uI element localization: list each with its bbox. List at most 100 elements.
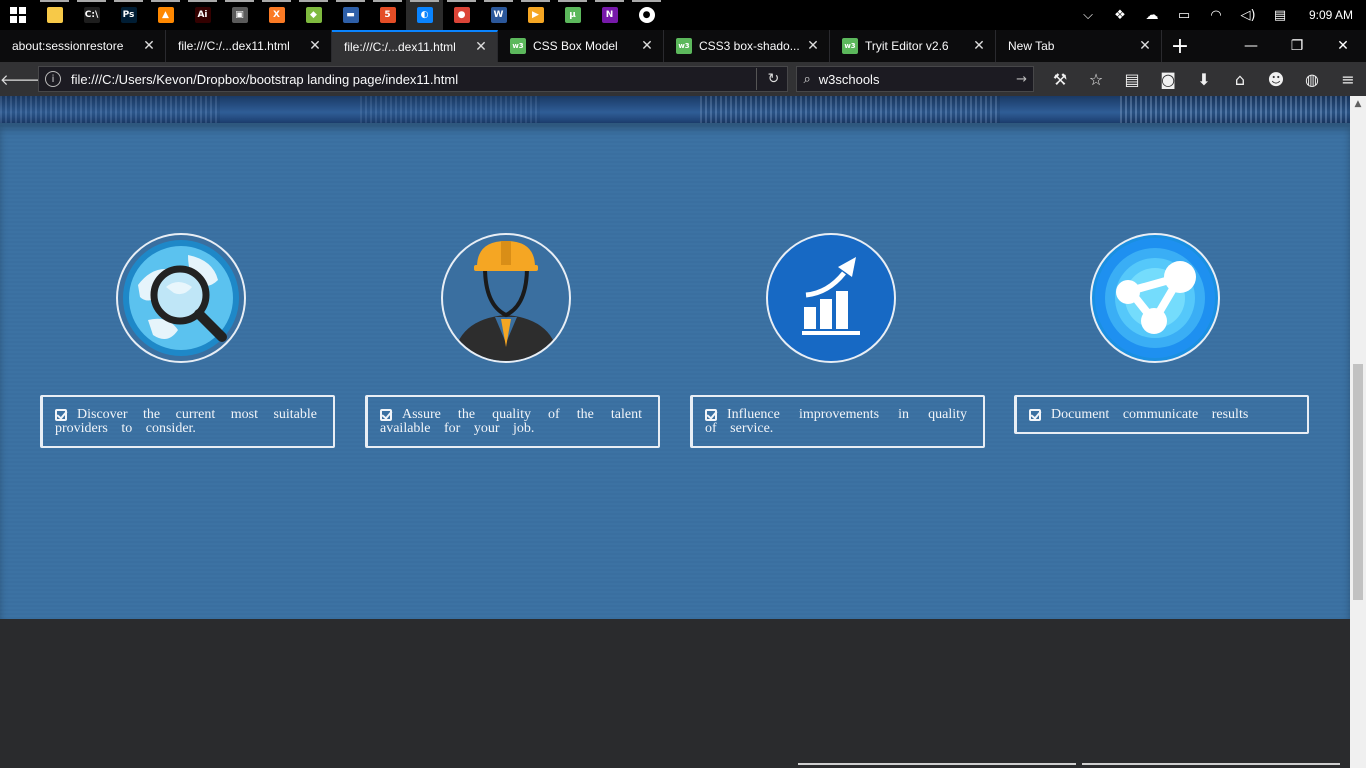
hero-image-strip [0,96,1350,123]
new-tab-button[interactable]: + [1162,30,1198,62]
taskbar-app-button[interactable]: Ps [110,0,147,30]
close-tab-icon[interactable]: ✕ [141,38,157,54]
site-info-icon[interactable]: i [45,71,61,87]
taskbar-app-button[interactable]: ● [628,0,665,30]
taskbar-app-button[interactable]: X [258,0,295,30]
home-icon[interactable]: ⌂ [1222,64,1258,94]
url-bar[interactable]: i file:///C:/Users/Kevon/Dropbox/bootstr… [38,66,789,92]
network-app-icon: ◆ [305,7,322,23]
vlc-icon: ▲ [157,7,174,23]
html-editor-icon: 5 [379,7,396,23]
battery-icon[interactable]: ▭ [1168,0,1200,30]
taskbar-app-button[interactable]: ▣ [221,0,258,30]
system-tray: ⌵ ❖ ☁ ▭ ◠ ◁) ▤ 9:09 AM [1072,0,1366,30]
start-button[interactable] [0,0,36,30]
tab-title: about:sessionrestore [12,39,124,53]
onenote-icon: N [601,7,618,23]
search-input[interactable]: w3schools [819,72,1016,87]
photoshop-icon: Ps [120,7,137,23]
bookmark-star-icon[interactable]: ☆ [1078,64,1114,94]
firefox-icon: ◐ [416,7,433,23]
close-window-button[interactable]: ✕ [1320,30,1366,62]
toolbar-icons: ⚒ ☆ ▤ ◙ ⬇ ⌂ ☻ ◍ ≡ [1042,64,1366,94]
restore-button[interactable]: ❐ [1274,30,1320,62]
taskbar-app-button[interactable]: µ [554,0,591,30]
dropbox-icon[interactable]: ❖ [1104,0,1136,30]
share-icon [1090,233,1220,363]
close-tab-icon[interactable]: ✕ [971,38,987,54]
tab-title: CSS Box Model [533,39,618,53]
tab-title: Tryit Editor v2.6 [865,39,949,53]
close-tab-icon[interactable]: ✕ [307,38,323,54]
taskbar-app-button[interactable]: ▬ [332,0,369,30]
volume-icon[interactable]: ◁) [1232,0,1264,30]
pocket-icon[interactable]: ◙ [1150,64,1186,94]
chevron-up-icon[interactable]: ⌵ [1072,0,1104,30]
minimize-button[interactable]: — [1228,30,1274,62]
taskbar-app-button[interactable]: ◆ [295,0,332,30]
search-bar[interactable]: ⌕ w3schools → [796,66,1034,92]
taskbar-app-button[interactable]: W [480,0,517,30]
browser-tab[interactable]: file:///C:/...dex11.html ✕ [332,30,498,62]
chat-app-icon: ● [638,7,655,23]
checkbox-icon [705,409,717,421]
browser-tab[interactable]: file:///C:/...dex11.html ✕ [166,30,332,62]
notifications-icon[interactable]: ▤ [1264,0,1296,30]
illustrator-icon: Ai [194,7,211,23]
globe-addon-icon[interactable]: ◍ [1294,64,1330,94]
taskbar-app-button[interactable]: ▶ [517,0,554,30]
wrench-icon[interactable]: ⚒ [1042,64,1078,94]
reload-icon[interactable]: ↻ [765,71,781,87]
taskbar-app-button[interactable] [36,0,73,30]
taskbar-app-button[interactable]: N [591,0,628,30]
footer-divider [1082,763,1340,765]
taskbar-apps: C:\ Ps ▲ Ai ▣ X ◆ ▬ 5 ◐ ● W ▶ µ N ● [36,0,665,30]
reader-list-icon[interactable]: ▤ [1114,64,1150,94]
vertical-scrollbar[interactable]: ▲ [1350,96,1366,768]
emoji-icon[interactable]: ☻ [1258,64,1294,94]
url-separator [756,68,758,90]
virtualbox-icon: ▬ [342,7,359,23]
tab-title: CSS3 box-shado... [699,39,800,53]
browser-tab[interactable]: New Tab ✕ [996,30,1162,62]
close-tab-icon[interactable]: ✕ [473,39,489,55]
back-button[interactable]: 🡐 [0,65,40,93]
browser-tab[interactable]: w3 CSS Box Model ✕ [498,30,664,62]
taskbar-app-button[interactable]: ◐ [406,0,443,30]
download-icon[interactable]: ⬇ [1186,64,1222,94]
browser-tab[interactable]: w3 CSS3 box-shado... ✕ [664,30,830,62]
feature-text-box: Assure the quality of the talent availab… [365,395,660,448]
browser-tab[interactable]: about:sessionrestore ✕ [0,30,166,62]
taskbar-app-button[interactable]: Ai [184,0,221,30]
sync-icon[interactable]: ☁ [1136,0,1168,30]
navigation-bar: 🡐 i file:///C:/Users/Kevon/Dropbox/boots… [0,62,1366,96]
globe-magnifier-icon [116,233,246,363]
footer-divider [798,763,1076,765]
command-prompt-icon: C:\ [83,7,100,23]
utorrent-icon: µ [564,7,581,23]
footer-section [0,619,1350,768]
close-tab-icon[interactable]: ✕ [1137,38,1153,54]
taskbar-app-button[interactable]: ● [443,0,480,30]
menu-icon[interactable]: ≡ [1330,64,1366,94]
taskbar-app-button[interactable]: ▲ [147,0,184,30]
media-player-icon: ▶ [527,7,544,23]
wifi-icon[interactable]: ◠ [1200,0,1232,30]
scroll-thumb[interactable] [1353,364,1363,600]
url-text[interactable]: file:///C:/Users/Kevon/Dropbox/bootstrap… [71,72,748,87]
close-tab-icon[interactable]: ✕ [805,38,821,54]
windows-logo-icon [10,7,26,23]
browser-tab[interactable]: w3 Tryit Editor v2.6 ✕ [830,30,996,62]
scroll-up-icon[interactable]: ▲ [1354,100,1362,109]
taskbar-app-button[interactable]: 5 [369,0,406,30]
clock[interactable]: 9:09 AM [1296,8,1366,22]
tab-title: New Tab [1008,39,1055,53]
w3schools-favicon-icon: w3 [842,38,858,54]
file-explorer-icon [46,7,63,23]
windows-taskbar: C:\ Ps ▲ Ai ▣ X ◆ ▬ 5 ◐ ● W ▶ µ N ● ⌵ ❖ ☁ ▭ ◠ ◁) ▤ 9:09… [0,0,1366,30]
feature-text: Document communicate results [1051,407,1249,422]
taskbar-app-button[interactable]: C:\ [73,0,110,30]
growth-chart-icon [766,233,896,363]
close-tab-icon[interactable]: ✕ [639,38,655,54]
search-go-icon[interactable]: → [1016,72,1027,87]
